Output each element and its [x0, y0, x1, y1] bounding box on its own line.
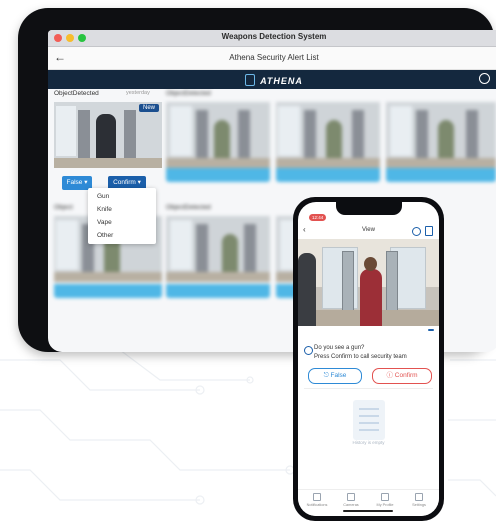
play-icon[interactable]	[412, 227, 421, 236]
share-icon[interactable]	[425, 226, 433, 236]
menu-item-knife[interactable]: Knife	[88, 203, 156, 216]
alert-timestamp	[304, 336, 434, 344]
alert-card-title: ObjectDetected	[166, 204, 211, 211]
alert-card[interactable]	[386, 90, 496, 186]
alert-type: ObjectDetected	[54, 90, 99, 97]
alert-card[interactable]: ObjectDetected	[166, 90, 270, 186]
active-alert-card[interactable]: ObjectDetected yesterday New False ▾ Con…	[54, 90, 162, 194]
tab-notifications[interactable]: Notifications	[304, 493, 330, 507]
brand-bar: ATHENA	[48, 70, 496, 89]
menu-item-gun[interactable]: Gun	[88, 190, 156, 203]
camera-icon	[347, 493, 355, 501]
brand-name: ATHENA	[260, 76, 303, 86]
alert-thumbnail	[166, 102, 270, 168]
page-title: Athena Security Alert List	[229, 53, 319, 62]
weapon-type-menu: Gun Knife Vape Other	[88, 188, 156, 244]
new-badge: New	[138, 104, 159, 112]
secondary-screening-bar	[166, 284, 270, 298]
phone-confirm-button[interactable]: ⓘ Confirm	[372, 368, 432, 384]
athena-logo-icon	[245, 74, 256, 86]
profile-icon	[381, 493, 389, 501]
tab-settings[interactable]: Settings	[406, 493, 432, 507]
question-icon	[304, 346, 313, 355]
divider	[304, 388, 433, 389]
window-title: Weapons Detection System	[221, 32, 327, 41]
alert-thumbnail	[166, 216, 270, 282]
status-tag	[428, 329, 434, 331]
tab-cameras[interactable]: Cameras	[338, 493, 364, 507]
gear-icon	[415, 493, 423, 501]
question-text: Do you see a gun?	[314, 345, 365, 351]
phone-header: ‹ View	[298, 222, 439, 240]
alert-info: Do you see a gun? Press Confirm to call …	[304, 329, 434, 360]
phone-tab-bar: Notifications Cameras My Profile Setting…	[298, 489, 439, 516]
phone-device: 12:44 ‹ View Do you see a gun? Press Con…	[293, 197, 444, 521]
secondary-screening-bar	[166, 168, 270, 182]
home-indicator	[343, 510, 393, 512]
brand: ATHENA	[48, 74, 496, 86]
window-titlebar: Weapons Detection System	[48, 30, 496, 47]
phone-notch	[336, 202, 402, 215]
bell-icon	[313, 493, 321, 501]
alert-time: yesterday	[126, 90, 150, 96]
alert-card[interactable]: ObjectDetected	[166, 204, 270, 300]
secondary-screening-bar	[276, 168, 380, 182]
tab-my-profile[interactable]: My Profile	[372, 493, 398, 507]
alert-card[interactable]	[276, 90, 380, 186]
power-icon[interactable]	[479, 73, 490, 84]
menu-item-other[interactable]: Other	[88, 229, 156, 242]
alert-thumbnail[interactable]: New	[54, 102, 162, 168]
secondary-screening-bar	[54, 284, 162, 298]
alert-video[interactable]	[298, 239, 439, 326]
alert-thumbnail	[276, 102, 380, 168]
alert-card-title: ObjectDetected yesterday	[54, 90, 162, 101]
status-time-badge: 12:44	[309, 214, 327, 221]
secondary-screening-bar	[386, 168, 496, 182]
phone-screen: 12:44 ‹ View Do you see a gun? Press Con…	[298, 202, 439, 516]
empty-history-text: History is empty	[352, 440, 385, 445]
empty-history-icon	[353, 400, 385, 440]
camera-name	[304, 329, 434, 336]
question-hint: Press Confirm to call security team	[314, 354, 407, 360]
nav-bar: ← Athena Security Alert List	[48, 47, 496, 70]
alert-card-title: ObjectDetected	[166, 90, 211, 97]
phone-false-button[interactable]: ⎋ False	[308, 368, 362, 384]
alert-thumbnail	[386, 102, 496, 168]
menu-item-vape[interactable]: Vape	[88, 216, 156, 229]
